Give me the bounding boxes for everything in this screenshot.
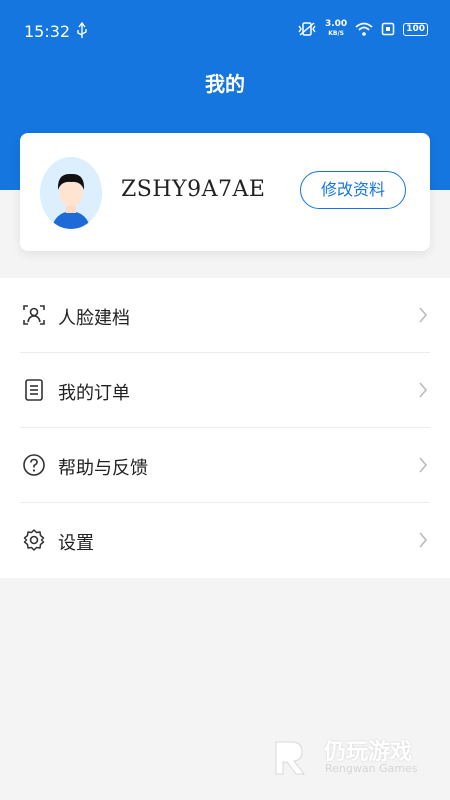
menu-label: 人脸建档 [58, 308, 130, 329]
page-title: 我的 [205, 72, 245, 96]
battery-indicator: 100 [403, 22, 428, 36]
order-list-icon [25, 379, 43, 401]
status-time: 15:32 [24, 22, 71, 41]
watermark-logo [275, 741, 306, 775]
watermark: 仍玩游戏 Rengwan Games [272, 732, 432, 782]
avatar[interactable] [40, 157, 102, 229]
menu-item-my-orders[interactable]: 我的订单 [0, 353, 450, 428]
menu-label: 我的订单 [58, 383, 130, 404]
status-icons: 3.00 KB/S 100 [297, 20, 428, 38]
edit-profile-button[interactable]: 修改资料 [300, 171, 406, 209]
chevron-right-icon [419, 307, 428, 323]
menu-item-help-feedback[interactable]: 帮助与反馈 [0, 428, 450, 503]
net-speed-value: 3.00 [324, 19, 348, 29]
status-bar: 15:32 3.00 KB/S 100 [0, 0, 450, 64]
vibrate-icon [298, 22, 316, 36]
menu-label: 帮助与反馈 [58, 458, 148, 479]
username: ZSHY9A7AE [121, 177, 266, 202]
usb-icon [77, 22, 87, 38]
network-speed: 3.00 KB/S [325, 20, 347, 38]
wifi-icon [355, 22, 373, 36]
user-avatar-icon [40, 157, 102, 229]
menu-item-settings[interactable]: 设置 [0, 503, 450, 578]
chevron-right-icon [419, 382, 428, 398]
menu-label: 设置 [58, 533, 94, 554]
face-scan-icon [23, 305, 45, 325]
settings-icon [23, 529, 45, 551]
chevron-right-icon [419, 457, 428, 473]
net-speed-unit: KB/S [328, 30, 344, 37]
help-icon [23, 454, 45, 476]
menu-list: 人脸建档 我的订单 帮助与反馈 设置 [0, 278, 450, 578]
sim-icon [381, 22, 395, 36]
watermark-subtitle: Rengwan Games [325, 762, 418, 775]
menu-item-face-archive[interactable]: 人脸建档 [0, 278, 450, 353]
chevron-right-icon [419, 532, 428, 548]
profile-card: ZSHY9A7AE 修改资料 [20, 133, 430, 251]
